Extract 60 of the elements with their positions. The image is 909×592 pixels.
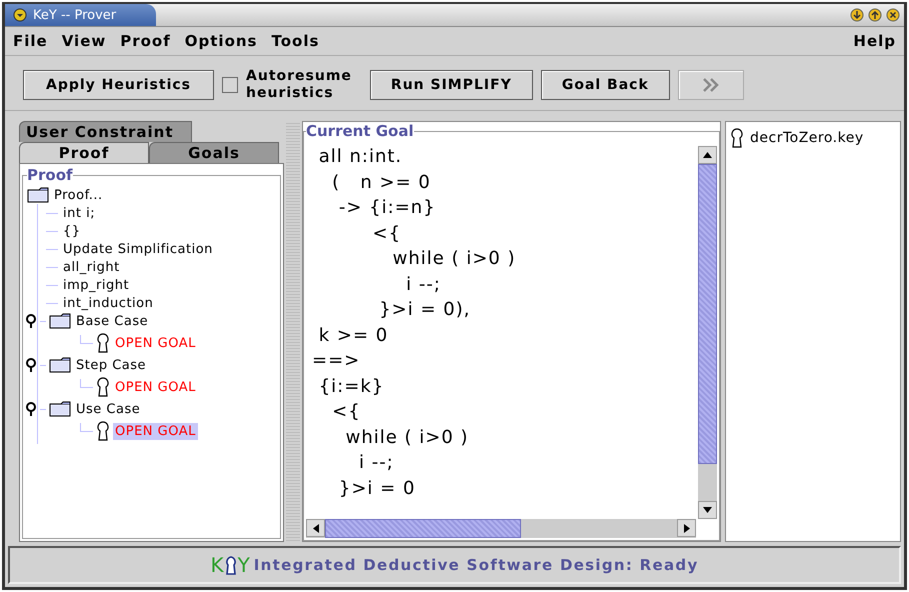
tree-item[interactable]: Use Case	[74, 400, 142, 418]
scroll-left-button[interactable]	[306, 519, 325, 537]
tab[interactable]: Goals	[149, 142, 279, 163]
tree-item[interactable]: Update Simplification	[61, 240, 215, 258]
tree-item[interactable]: Base Case	[74, 312, 150, 330]
expand-handle-icon[interactable]	[25, 313, 37, 329]
status-text: Integrated Deductive Software Design: Ready	[254, 556, 699, 574]
horizontal-scrollbar[interactable]	[306, 519, 696, 538]
tab[interactable]: Proof	[19, 142, 149, 163]
down-triangle-icon	[703, 507, 712, 513]
window-title: KeY -- Prover	[33, 8, 116, 22]
close-icon[interactable]	[886, 8, 900, 22]
menu-item[interactable]: Proof	[120, 32, 171, 50]
checkbox[interactable]	[222, 77, 238, 93]
folder-icon	[27, 187, 49, 203]
double-chevron-icon	[702, 77, 720, 93]
tree-item[interactable]: all_right	[61, 258, 122, 276]
menu-item[interactable]: Options	[184, 32, 258, 50]
vertical-scrollbar[interactable]	[698, 146, 717, 519]
tab[interactable]: User Constraint	[19, 121, 192, 142]
apply-heuristics-button[interactable]: Apply Heuristics	[23, 70, 214, 100]
expand-handle-icon[interactable]	[25, 401, 37, 417]
tree-item[interactable]: int_induction	[61, 294, 156, 312]
maximize-icon[interactable]	[868, 8, 882, 22]
tree-item[interactable]: imp_right	[61, 276, 132, 294]
minimize-icon[interactable]	[850, 8, 864, 22]
expand-handle-icon[interactable]	[25, 357, 37, 373]
scroll-right-button[interactable]	[677, 519, 696, 537]
scroll-up-button[interactable]	[698, 146, 717, 164]
window-menu-icon[interactable]	[13, 8, 27, 22]
right-triangle-icon	[684, 524, 690, 532]
left-triangle-icon	[312, 524, 318, 532]
menu-item[interactable]: Help	[853, 32, 896, 50]
menu-item[interactable]: File	[13, 32, 48, 50]
folder-icon	[49, 313, 71, 329]
tree-item[interactable]: int i;	[61, 204, 98, 222]
checkbox-label: Autoresume	[246, 68, 352, 85]
tree-item[interactable]: Proof...	[52, 186, 105, 204]
keyhole-icon	[730, 128, 744, 148]
scroll-down-button[interactable]	[698, 501, 717, 519]
logo: K Y	[210, 553, 250, 577]
up-triangle-icon	[703, 152, 712, 158]
tree-item[interactable]: Step Case	[74, 356, 148, 374]
keyhole-icon	[96, 421, 110, 441]
tree-item[interactable]: {}	[61, 222, 83, 240]
keyhole-icon	[96, 377, 110, 397]
open-goal-item[interactable]: OPEN GOAL	[113, 334, 198, 352]
panel-title: Current Goal	[306, 122, 414, 140]
goal-formula: all n:int. ( n >= 0 -> {i:=n} <{ while ( i>0 ) i --; }>i = 0), k >= 0 ==> {i:=k} <{ while ( i>0 ) i --; }>i = 0	[311, 145, 517, 500]
run-simplify-button[interactable]: Run SIMPLIFY	[370, 70, 533, 100]
keyhole-icon	[96, 333, 110, 353]
menu-item[interactable]: Tools	[271, 32, 320, 50]
folder-icon	[49, 357, 71, 373]
menu-item[interactable]: View	[62, 32, 106, 50]
goal-back-button[interactable]: Goal Back	[540, 70, 670, 100]
key-file-name[interactable]: decrToZero.key	[750, 130, 864, 146]
folder-icon	[49, 401, 71, 417]
checkbox-label: heuristics	[246, 85, 335, 102]
panel-title: Proof	[27, 166, 73, 184]
open-goal-item[interactable]: OPEN GOAL	[113, 378, 198, 396]
